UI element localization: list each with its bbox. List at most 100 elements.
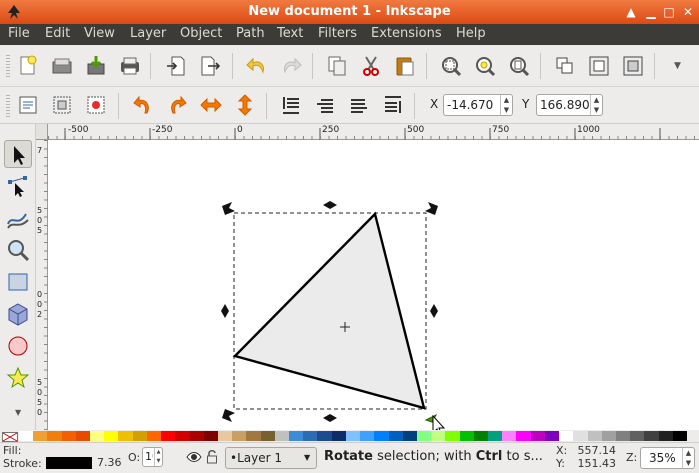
menu-edit[interactable]: Edit: [45, 26, 70, 41]
color-swatch[interactable]: [573, 431, 588, 441]
spin-arrows-icon[interactable]: ▲ ▼: [154, 448, 162, 466]
print-icon[interactable]: [118, 54, 142, 78]
toolbar-overflow-icon[interactable]: ▼: [674, 61, 681, 71]
toolbar-grip[interactable]: [6, 95, 10, 117]
x-spinbox[interactable]: -14.670 ▲ ▼: [443, 94, 513, 116]
menu-text[interactable]: Text: [277, 26, 303, 41]
menu-filters[interactable]: Filters: [318, 26, 357, 41]
color-swatch[interactable]: [317, 431, 333, 441]
spin-arrows-icon[interactable]: ▲ ▼: [590, 95, 602, 115]
color-swatch[interactable]: [459, 431, 475, 441]
raise-icon[interactable]: [347, 93, 371, 117]
no-paint-icon[interactable]: [2, 431, 18, 442]
color-swatch[interactable]: [289, 431, 304, 441]
toolbar-grip[interactable]: [6, 55, 10, 77]
color-swatch[interactable]: [47, 431, 63, 441]
raise-to-top-icon[interactable]: [381, 93, 405, 117]
color-swatch[interactable]: [75, 431, 91, 441]
window-up-icon[interactable]: ▲: [624, 5, 638, 19]
color-swatch[interactable]: [658, 431, 674, 441]
color-swatch[interactable]: [615, 431, 631, 441]
color-swatch[interactable]: [672, 431, 688, 441]
stroke-swatch[interactable]: [46, 457, 92, 469]
color-swatch[interactable]: [331, 431, 347, 441]
undo-icon[interactable]: [245, 54, 269, 78]
color-swatch[interactable]: [445, 431, 461, 441]
rotate-ccw-icon[interactable]: [131, 93, 155, 117]
3d-box-tool[interactable]: [4, 300, 32, 328]
color-swatch[interactable]: [388, 431, 404, 441]
flip-vertical-icon[interactable]: [233, 93, 257, 117]
window-maximize-icon[interactable]: □: [662, 5, 676, 19]
color-swatch[interactable]: [416, 431, 432, 441]
lower-to-bottom-icon[interactable]: [279, 93, 303, 117]
spin-arrows-icon[interactable]: ▲ ▼: [500, 95, 512, 115]
zoom-spinbox[interactable]: 35% ▲ ▼: [640, 447, 695, 469]
spin-arrows-icon[interactable]: ▲ ▼: [682, 448, 694, 468]
color-swatch[interactable]: [189, 431, 205, 441]
color-swatch[interactable]: [559, 431, 574, 441]
color-swatch[interactable]: [217, 431, 233, 441]
zoom-page-icon[interactable]: [507, 54, 531, 78]
deselect-icon[interactable]: [84, 93, 108, 117]
opacity-spinbox[interactable]: 10 ▲▼: [142, 447, 163, 467]
ellipse-tool[interactable]: [4, 332, 32, 360]
color-swatch[interactable]: [360, 431, 375, 441]
menu-help[interactable]: Help: [456, 26, 486, 41]
star-tool[interactable]: [4, 364, 32, 392]
color-swatch[interactable]: [644, 431, 660, 441]
color-swatch[interactable]: [203, 431, 219, 441]
color-swatch[interactable]: [601, 431, 617, 441]
rotate-cw-icon[interactable]: [165, 93, 189, 117]
stroke-width[interactable]: 7.36: [97, 456, 122, 469]
tweak-tool[interactable]: [4, 204, 32, 232]
color-swatch[interactable]: [132, 431, 148, 441]
new-document-icon[interactable]: [16, 54, 40, 78]
menu-extensions[interactable]: Extensions: [371, 26, 442, 41]
color-swatch[interactable]: [303, 431, 318, 441]
redo-icon[interactable]: [279, 54, 303, 78]
color-swatch[interactable]: [530, 431, 546, 441]
menu-object[interactable]: Object: [180, 26, 222, 41]
clone-icon[interactable]: [621, 54, 645, 78]
menu-layer[interactable]: Layer: [130, 26, 166, 41]
color-swatch[interactable]: [431, 431, 446, 441]
group-icon[interactable]: [553, 54, 577, 78]
color-swatch[interactable]: [587, 431, 603, 441]
toolbox-overflow-icon[interactable]: ▼: [15, 408, 21, 417]
color-swatch[interactable]: [90, 431, 105, 441]
color-swatch[interactable]: [630, 431, 645, 441]
color-swatch[interactable]: [232, 431, 247, 441]
drawing-canvas[interactable]: [48, 140, 699, 437]
node-tool[interactable]: [4, 172, 32, 200]
color-swatch[interactable]: [61, 431, 77, 441]
color-swatch[interactable]: [146, 431, 162, 441]
cut-icon[interactable]: [359, 54, 383, 78]
color-swatch[interactable]: [345, 431, 361, 441]
vertical-ruler[interactable]: 7 5 0 5 0 0 2 5 0 5 0: [36, 140, 48, 430]
color-swatch[interactable]: [274, 431, 290, 441]
window-minimize-icon[interactable]: ▁: [644, 5, 658, 19]
flip-horizontal-icon[interactable]: [199, 93, 223, 117]
menu-view[interactable]: View: [84, 26, 115, 41]
select-all-icon[interactable]: [16, 93, 40, 117]
paste-icon[interactable]: [393, 54, 417, 78]
y-spinbox[interactable]: 166.890 ▲ ▼: [536, 94, 603, 116]
color-swatch[interactable]: [104, 431, 119, 441]
lower-icon[interactable]: [313, 93, 337, 117]
color-swatch[interactable]: [516, 431, 532, 441]
color-swatch[interactable]: [118, 431, 134, 441]
eye-icon[interactable]: [186, 450, 202, 464]
color-swatch[interactable]: [502, 431, 517, 441]
layer-selector[interactable]: •Layer 1 ▼: [225, 447, 317, 469]
selector-tool[interactable]: [4, 140, 32, 168]
menu-file[interactable]: File: [8, 26, 30, 41]
color-swatch[interactable]: [402, 431, 418, 441]
duplicate-icon[interactable]: [325, 54, 349, 78]
select-all-layers-icon[interactable]: [50, 93, 74, 117]
zoom-selection-icon[interactable]: [439, 54, 463, 78]
color-swatch[interactable]: [19, 431, 34, 441]
color-swatch[interactable]: [33, 431, 48, 441]
horizontal-ruler[interactable]: -500 -250 0 250 500 750 1000: [48, 124, 699, 140]
export-icon[interactable]: [198, 54, 222, 78]
